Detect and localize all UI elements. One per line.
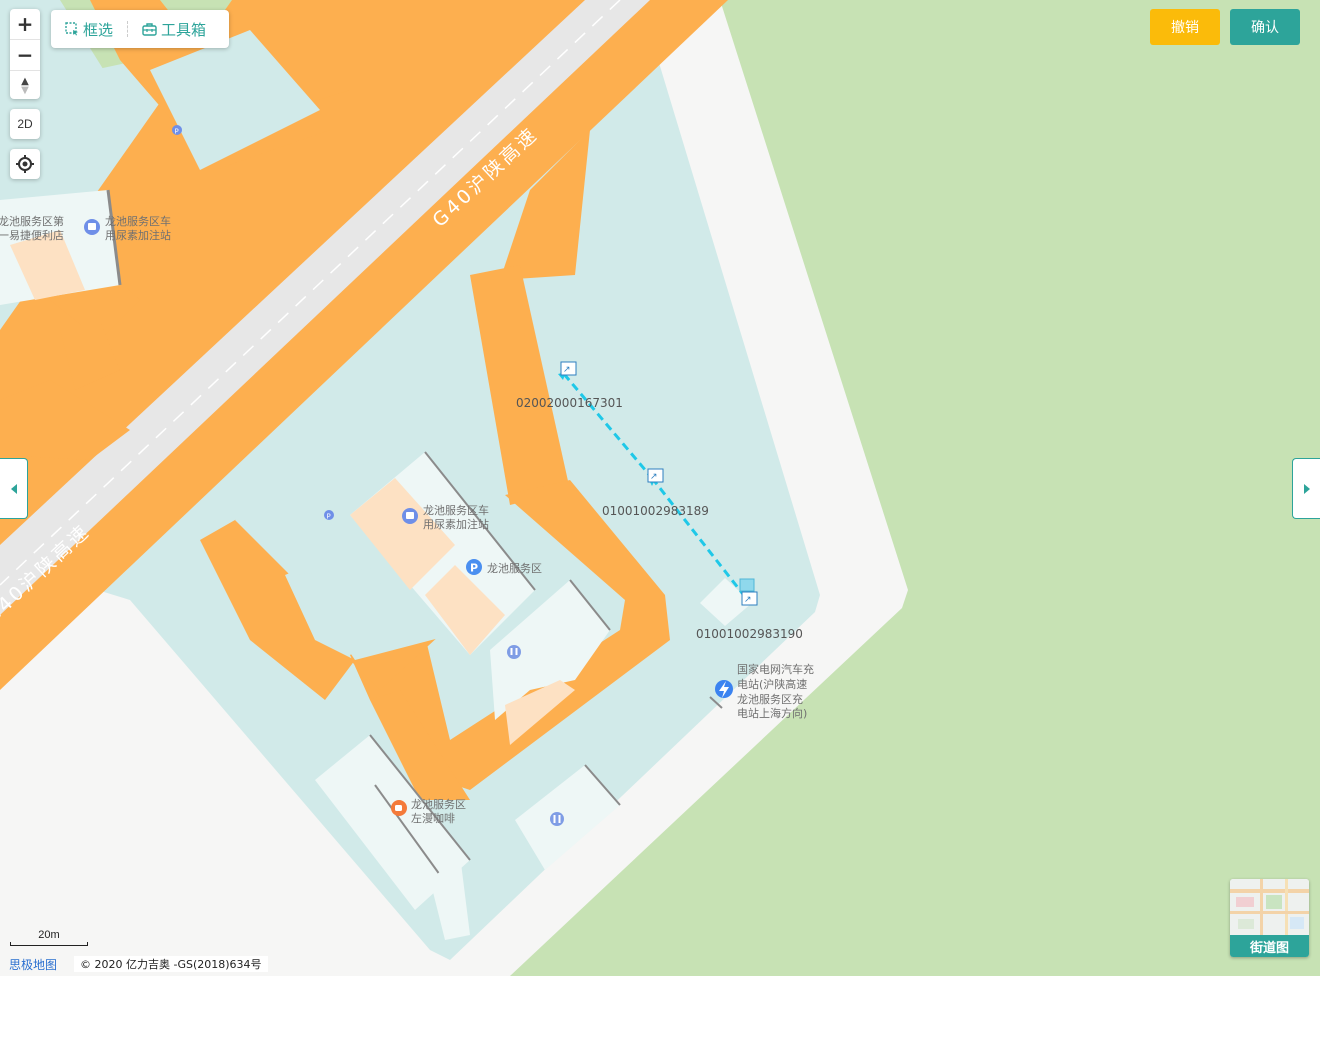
right-panel-toggle[interactable] — [1292, 458, 1320, 519]
map-toolbar: 框选 工具箱 — [51, 10, 229, 48]
toolbox-tool[interactable]: 工具箱 — [128, 19, 220, 40]
poi-label: 龙池服务区车 — [423, 503, 489, 517]
restroom-icon[interactable] — [507, 645, 521, 659]
link-line[interactable] — [650, 477, 748, 599]
poi-label: 用尿素加注站 — [105, 228, 171, 242]
map-copyright: © 2020 亿力吉奥 -GS(2018)634号 — [74, 956, 268, 972]
parking-icon[interactable]: P — [324, 510, 334, 521]
street-map-switch[interactable]: 街道图 — [1230, 879, 1309, 957]
zoom-control: + − ▲ ▼ — [10, 9, 40, 99]
node-marker[interactable]: ↗ — [741, 591, 758, 606]
poi-label: 龙池服务区充 — [737, 692, 803, 706]
poi-label: 电站(沪陕高速 — [737, 677, 807, 691]
zoom-out-button[interactable]: − — [10, 40, 40, 71]
svg-text:↗: ↗ — [563, 365, 571, 375]
poi-label: 左漫咖啡 — [411, 811, 455, 825]
poi-label: 龙池服务区 — [487, 562, 542, 575]
compass-button[interactable]: ▲ ▼ — [10, 71, 40, 101]
scale-label: 20m — [38, 929, 60, 941]
box-select-label: 框选 — [83, 20, 114, 39]
poi-label: 国家电网汽车充 — [737, 662, 814, 676]
node-marker[interactable]: ↗ — [647, 468, 664, 483]
confirm-button[interactable]: 确认 — [1230, 9, 1300, 45]
svg-text:P: P — [175, 128, 179, 136]
highway-label-lower: G40沪陕高速 — [0, 520, 95, 629]
toolbox-icon — [142, 23, 157, 36]
node-marker[interactable]: ↗ — [560, 361, 577, 376]
fuel-icon[interactable] — [84, 219, 100, 235]
box-select-icon — [65, 22, 78, 36]
parking-icon[interactable]: P — [172, 125, 182, 136]
svg-text:P: P — [470, 562, 478, 575]
box-select-tool[interactable]: 框选 — [51, 19, 127, 40]
poi-label: 龙池服务区第 — [0, 214, 64, 228]
poi-label: 一易捷便利店 — [0, 228, 64, 242]
street-map-thumbnail — [1230, 879, 1309, 935]
poi-label: 用尿素加注站 — [423, 517, 489, 531]
parking-large-icon[interactable]: P — [466, 559, 482, 575]
poi-label: 龙池服务区车 — [105, 214, 171, 228]
locate-icon — [16, 155, 34, 173]
caret-left-icon — [10, 483, 17, 494]
svg-text:P: P — [327, 513, 331, 521]
highway-label-upper: G40沪陕高速 — [428, 123, 542, 232]
node-id-label: 01001002983190 — [696, 627, 803, 641]
poi-label: 龙池服务区 — [411, 798, 466, 811]
link-line[interactable] — [562, 373, 654, 479]
cancel-button[interactable]: 撤销 — [1150, 9, 1220, 45]
charging-icon[interactable] — [715, 680, 733, 698]
node-id-label: 01001002983189 — [602, 504, 709, 518]
fuel-icon[interactable] — [402, 508, 418, 524]
locate-button[interactable] — [10, 149, 40, 179]
zoom-in-button[interactable]: + — [10, 9, 40, 40]
street-map-label: 街道图 — [1230, 935, 1309, 957]
coffee-icon[interactable] — [391, 800, 407, 816]
map-labels-layer: G40沪陕高速 G40沪陕高速 P P P 龙池服务区第 一易捷便利店 龙池服务… — [0, 123, 814, 826]
scale-bar: 20m — [10, 929, 88, 947]
mode-2d-button[interactable]: 2D — [10, 109, 40, 139]
poi-label: 电站上海方向) — [737, 706, 807, 720]
svg-text:↗: ↗ — [744, 595, 752, 605]
map-brand-logo[interactable]: 思极地图 — [9, 956, 57, 973]
map-canvas[interactable]: G40沪陕高速 G40沪陕高速 P P P 龙池服务区第 一易捷便利店 龙池服务… — [0, 0, 1320, 976]
left-panel-toggle[interactable] — [0, 458, 28, 519]
svg-text:↗: ↗ — [650, 472, 658, 482]
node-id-label: 02002000167301 — [516, 396, 623, 410]
caret-right-icon — [1303, 483, 1310, 494]
restaurant-icon[interactable] — [550, 812, 564, 826]
toolbox-label: 工具箱 — [161, 20, 207, 39]
scale-line — [10, 942, 88, 946]
